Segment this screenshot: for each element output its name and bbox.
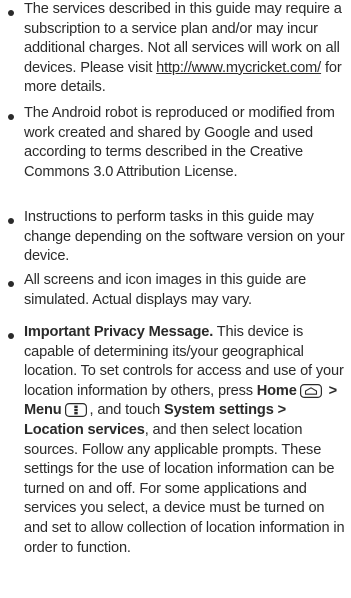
privacy-mid: , and touch <box>89 402 164 419</box>
bullet-item-instructions: Instructions to perform tasks in this gu… <box>24 209 345 265</box>
bullet-point <box>8 114 14 120</box>
bullet-point <box>8 281 14 287</box>
privacy-heading: Important Privacy Message. <box>24 324 214 340</box>
document-page: The services described in this guide may… <box>0 0 351 598</box>
bullet-point <box>8 333 14 339</box>
mycricket-link[interactable]: http://www.mycricket.com/ <box>156 60 321 76</box>
bullet-item-subscription: The services described in this guide may… <box>24 0 349 98</box>
bullet-item-android-robot: The Android robot is reproduced or modif… <box>24 105 335 180</box>
bullet-point <box>8 218 14 224</box>
home-label: Home <box>256 382 297 399</box>
menu-key-icon <box>64 403 87 418</box>
home-key-icon <box>299 383 322 398</box>
menu-label: Menu <box>24 402 62 419</box>
bullet-point <box>8 10 14 16</box>
bullet-item-privacy-message: Important Privacy Message. This device i… <box>24 323 349 558</box>
path-separator: > <box>324 382 338 399</box>
bullet-item-simulated-screens: All screens and icon images in this guid… <box>24 272 307 308</box>
privacy-outro: , and then select location sources. Foll… <box>24 421 345 556</box>
